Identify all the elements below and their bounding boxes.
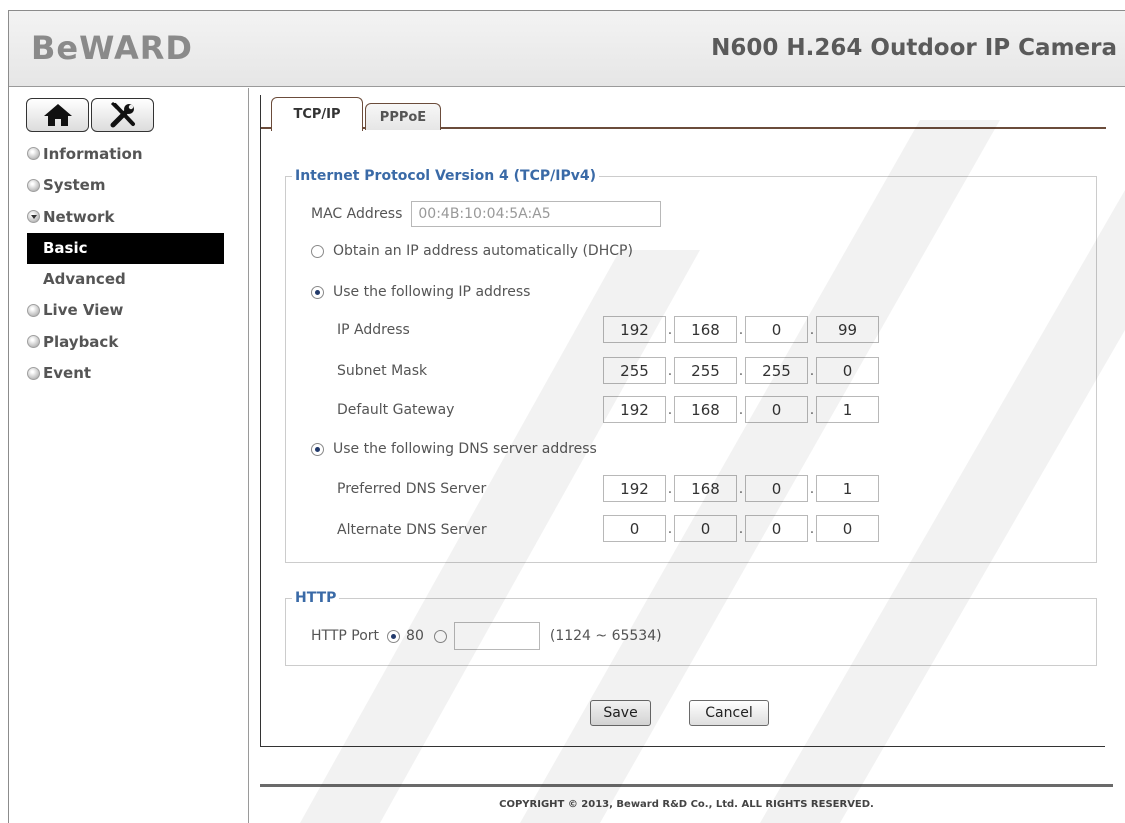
dns1-octet-2[interactable]: 168 bbox=[674, 475, 737, 502]
http-port-custom-radio[interactable] bbox=[433, 629, 447, 643]
sidebar-item-event[interactable]: Event bbox=[27, 358, 242, 390]
expanded-bullet-icon bbox=[27, 210, 40, 224]
bullet-icon bbox=[27, 147, 40, 161]
gw-octet-4[interactable]: 1 bbox=[816, 396, 879, 423]
mac-label: MAC Address bbox=[311, 206, 403, 222]
tab-pppoe[interactable]: PPPoE bbox=[365, 103, 441, 130]
sidebar-item-system[interactable]: System bbox=[27, 170, 242, 202]
mask-octet-1[interactable]: 255 bbox=[603, 357, 666, 384]
header: BeWARD N600 H.264 Outdoor IP Camera bbox=[9, 11, 1125, 87]
mask-octet-2[interactable]: 255 bbox=[674, 357, 737, 384]
ip-octet-4[interactable]: 99 bbox=[816, 316, 879, 343]
tools-icon bbox=[110, 102, 135, 128]
sidebar-item-label: Network bbox=[43, 207, 115, 226]
subnet-mask-label: Subnet Mask bbox=[337, 363, 428, 379]
http-port-input[interactable] bbox=[453, 622, 540, 650]
ip-octet-3[interactable]: 0 bbox=[745, 316, 808, 343]
sidebar-item-label: Event bbox=[43, 364, 92, 383]
sidebar-item-label: System bbox=[43, 176, 106, 195]
ip-octet-2[interactable]: 168 bbox=[674, 316, 737, 343]
content-panel: TCP/IP PPPoE Internet Protocol Version 4… bbox=[260, 95, 1106, 747]
tab-tcp-ip[interactable]: TCP/IP bbox=[271, 97, 363, 131]
dns1-octet-1[interactable]: 192 bbox=[603, 475, 666, 502]
ip-address-input: 192. 168. 0. 99 bbox=[603, 316, 879, 343]
sidebar-item-label: Live View bbox=[43, 301, 124, 320]
sidebar-item-network[interactable]: Network bbox=[27, 201, 242, 233]
sidebar-subitem-advanced[interactable]: Advanced bbox=[27, 264, 242, 295]
static-ip-radio[interactable] bbox=[311, 285, 324, 299]
sidebar-item-live-view[interactable]: Live View bbox=[27, 295, 242, 327]
gateway-input: 192. 168. 0. 1 bbox=[603, 396, 879, 423]
tab-bar: TCP/IP PPPoE bbox=[261, 95, 1106, 131]
bullet-icon bbox=[27, 303, 40, 317]
gw-octet-1[interactable]: 192 bbox=[603, 396, 666, 423]
http-port-range: (1124 ~ 65534) bbox=[549, 628, 662, 644]
nav-menu: Information System Network Basic Advance… bbox=[27, 138, 242, 389]
sidebar: Information System Network Basic Advance… bbox=[9, 88, 249, 823]
dns-option[interactable]: Use the following DNS server address bbox=[311, 441, 597, 457]
dns-radio[interactable] bbox=[311, 442, 324, 456]
static-ip-option[interactable]: Use the following IP address bbox=[311, 284, 530, 300]
dhcp-option[interactable]: Obtain an IP address automatically (DHCP… bbox=[311, 243, 633, 259]
gateway-label: Default Gateway bbox=[337, 402, 455, 418]
dns1-octet-4[interactable]: 1 bbox=[816, 475, 879, 502]
mask-octet-3[interactable]: 255 bbox=[745, 357, 808, 384]
alternate-dns-label: Alternate DNS Server bbox=[337, 522, 487, 538]
http-port-label: HTTP Port bbox=[311, 628, 380, 644]
dns2-octet-1[interactable]: 0 bbox=[603, 515, 666, 542]
product-title: N600 H.264 Outdoor IP Camera bbox=[711, 35, 1117, 61]
ip-octet-1[interactable]: 192 bbox=[603, 316, 666, 343]
http-port-row: HTTP Port 80 (1124 ~ 65534) bbox=[311, 622, 662, 650]
static-ip-label: Use the following IP address bbox=[333, 284, 531, 300]
sidebar-subitem-basic[interactable]: Basic bbox=[27, 232, 224, 264]
mac-row: MAC Address 00:4B:10:04:5A:A5 bbox=[311, 201, 662, 227]
sidebar-item-information[interactable]: Information bbox=[27, 138, 242, 170]
settings-button[interactable] bbox=[91, 98, 154, 132]
http-port-default-radio[interactable] bbox=[387, 629, 401, 643]
footer-divider bbox=[260, 784, 1113, 787]
sidebar-item-playback[interactable]: Playback bbox=[27, 326, 242, 358]
ip-address-label: IP Address bbox=[337, 322, 410, 338]
dhcp-label: Obtain an IP address automatically (DHCP… bbox=[333, 243, 633, 259]
dns-option-label: Use the following DNS server address bbox=[333, 441, 597, 457]
sidebar-item-label: Playback bbox=[43, 332, 119, 351]
subnet-mask-input: 255. 255. 255. 0 bbox=[603, 357, 879, 384]
cancel-button[interactable]: Cancel bbox=[689, 700, 769, 726]
dns1-octet-3[interactable]: 0 bbox=[745, 475, 808, 502]
alternate-dns-input: 0. 0. 0. 0 bbox=[603, 515, 879, 542]
dns2-octet-3[interactable]: 0 bbox=[745, 515, 808, 542]
mask-octet-4[interactable]: 0 bbox=[816, 357, 879, 384]
gw-octet-2[interactable]: 168 bbox=[674, 396, 737, 423]
sidebar-item-label: Information bbox=[43, 144, 143, 163]
gw-octet-3[interactable]: 0 bbox=[745, 396, 808, 423]
home-icon bbox=[43, 104, 72, 126]
preferred-dns-input: 192. 168. 0. 1 bbox=[603, 475, 879, 502]
save-button[interactable]: Save bbox=[590, 700, 651, 726]
http-port-default-label: 80 bbox=[406, 628, 424, 644]
bullet-icon bbox=[27, 366, 40, 380]
dns2-octet-4[interactable]: 0 bbox=[816, 515, 879, 542]
copyright: COPYRIGHT © 2013, Beward R&D Co., Ltd. A… bbox=[499, 799, 874, 810]
http-legend: HTTP bbox=[295, 590, 337, 606]
bullet-icon bbox=[27, 335, 40, 349]
preferred-dns-label: Preferred DNS Server bbox=[337, 481, 487, 497]
logo: BeWARD bbox=[31, 29, 193, 67]
dhcp-radio[interactable] bbox=[311, 244, 324, 258]
mac-address-field: 00:4B:10:04:5A:A5 bbox=[411, 201, 662, 227]
top-buttons bbox=[26, 98, 154, 132]
home-button[interactable] bbox=[26, 98, 89, 132]
ipv4-legend: Internet Protocol Version 4 (TCP/IPv4) bbox=[295, 168, 596, 184]
dns2-octet-2[interactable]: 0 bbox=[674, 515, 737, 542]
bullet-icon bbox=[27, 178, 40, 192]
